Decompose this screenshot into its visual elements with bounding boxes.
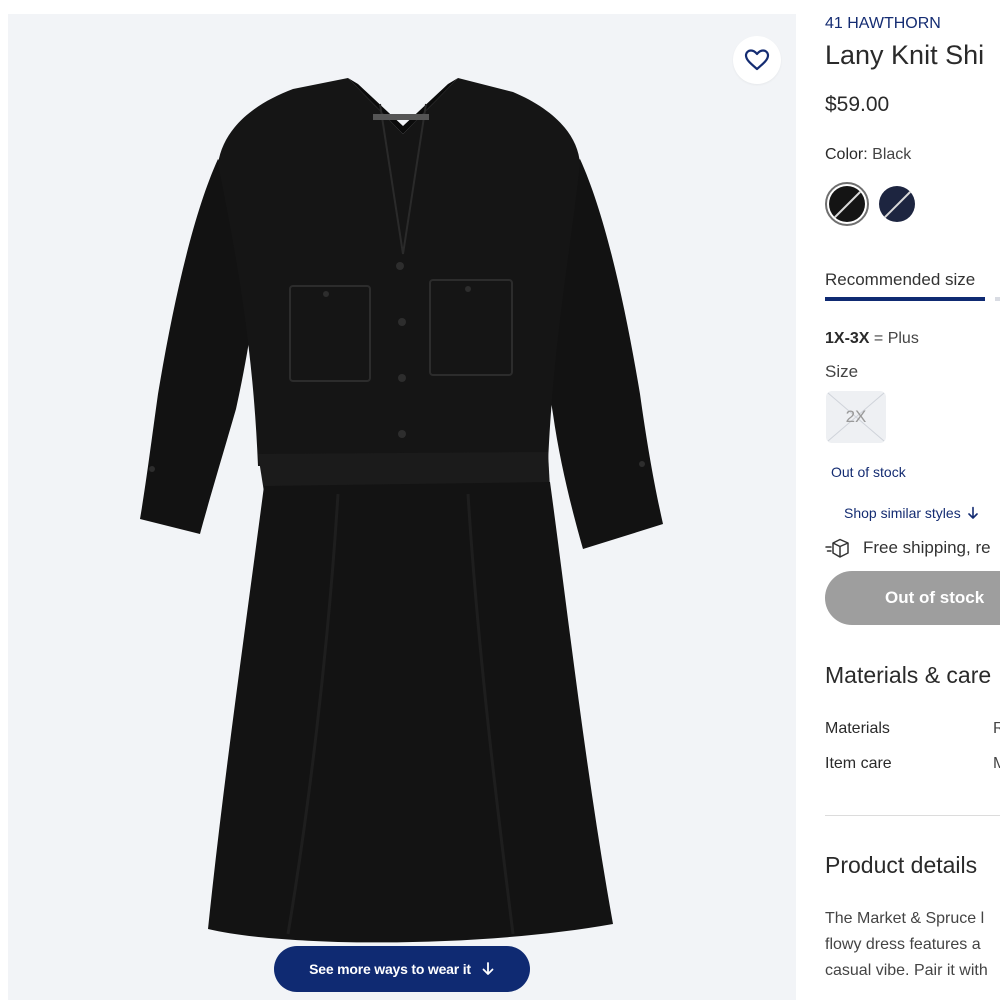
section-divider [825, 815, 1000, 816]
size-range-code: 1X-3X [825, 330, 870, 347]
size-label: Size [825, 362, 859, 381]
tab-active-indicator [825, 297, 985, 301]
swatch-navy-dot [879, 186, 915, 222]
size-option-2x[interactable]: 2X [826, 391, 886, 443]
color-swatch-black[interactable] [825, 182, 869, 226]
size-range-text: = Plus [869, 330, 919, 347]
details-line: The Market & Spruce l [825, 910, 985, 927]
product-title: Lany Knit Shi [825, 40, 985, 70]
materials-row-label: Materials [825, 720, 890, 737]
shipping-info: Free shipping, re [825, 536, 991, 560]
item-care-row-label: Item care [825, 755, 892, 772]
arrow-down-icon [482, 962, 494, 975]
color-swatch-navy[interactable] [875, 182, 919, 226]
heart-icon [744, 49, 770, 71]
package-icon [825, 538, 849, 558]
materials-row-value: R [993, 720, 1000, 737]
size-status: Out of stock [831, 464, 906, 480]
tab-inactive-indicator [995, 297, 1000, 301]
favorite-button[interactable] [733, 36, 781, 84]
color-selection-label: Color: Black [825, 146, 911, 164]
arrow-down-icon [967, 506, 978, 519]
product-price: $59.00 [825, 93, 890, 116]
materials-heading[interactable]: Materials & care [825, 662, 991, 689]
dress-image [140, 78, 663, 943]
item-care-row-value: M [993, 755, 1000, 772]
swatch-black-dot [829, 186, 865, 222]
size-option-label: 2X [845, 407, 867, 426]
see-more-ways-button[interactable]: See more ways to wear it [274, 946, 530, 992]
details-line: flowy dress features a [825, 936, 981, 953]
color-label: Color: [825, 146, 868, 163]
color-value: Black [872, 146, 912, 163]
product-image-gallery: See more ways to wear it [8, 14, 796, 1000]
product-page: See more ways to wear it 41 HAWTHORN Lan… [0, 0, 1000, 1000]
shop-similar-link[interactable]: Shop similar styles [844, 505, 979, 521]
size-range-label: 1X-3X = Plus [825, 330, 919, 348]
shipping-text: Free shipping, re [863, 538, 991, 557]
tab-recommended-size[interactable]: Recommended size [825, 270, 975, 290]
details-line: casual vibe. Pair it with [825, 962, 988, 979]
product-details-heading[interactable]: Product details [825, 852, 977, 879]
shop-similar-label: Shop similar styles [844, 505, 961, 521]
see-more-ways-label: See more ways to wear it [309, 961, 471, 977]
product-info-panel: 41 HAWTHORN Lany Knit Shi $59.00 Color: … [825, 0, 1000, 1000]
add-to-bag-button[interactable]: Out of stock [825, 571, 1000, 625]
brand-link[interactable]: 41 HAWTHORN [825, 15, 941, 33]
